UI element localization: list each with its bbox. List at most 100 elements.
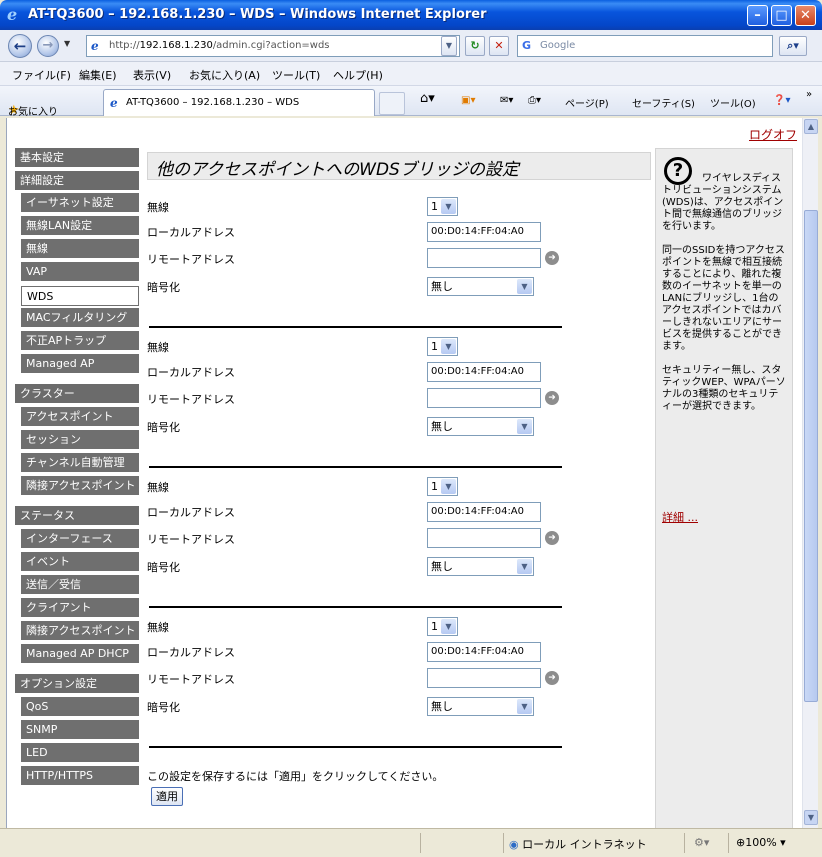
remote-address-field[interactable] xyxy=(427,388,541,408)
sidebar-item[interactable]: クラスター xyxy=(15,384,139,404)
back-button[interactable]: ← xyxy=(8,34,32,58)
radio-select[interactable]: 1 ▼ xyxy=(427,197,458,216)
local-address-field[interactable]: 00:D0:14:FF:04:A0 xyxy=(427,222,541,242)
help-icon[interactable]: ❓▾ xyxy=(773,95,790,106)
scroll-down-icon[interactable]: ▼ xyxy=(804,810,818,825)
sidebar-item[interactable]: 隣接アクセスポイント xyxy=(21,621,139,641)
sidebar-item[interactable]: 不正APトラップ xyxy=(21,331,139,351)
go-arrow-icon[interactable]: ➜ xyxy=(545,391,559,405)
local-address-label: ローカルアドレス xyxy=(147,506,235,519)
remote-address-field[interactable] xyxy=(427,668,541,688)
refresh-icon[interactable]: ↻ xyxy=(465,36,485,56)
local-address-field[interactable]: 00:D0:14:FF:04:A0 xyxy=(427,642,541,662)
sidebar-item[interactable]: セッション xyxy=(21,430,139,450)
local-address-field[interactable]: 00:D0:14:FF:04:A0 xyxy=(427,362,541,382)
sidebar-item[interactable]: 詳細設定 xyxy=(15,171,139,191)
go-arrow-icon[interactable]: ➜ xyxy=(545,531,559,545)
help-more-link[interactable]: 詳細 ... xyxy=(662,509,698,525)
sidebar-item[interactable]: アクセスポイント xyxy=(21,407,139,427)
zoom-control[interactable]: ⊕100% ▾ xyxy=(736,836,786,849)
maximize-button[interactable]: □ xyxy=(771,5,792,26)
scroll-up-icon[interactable]: ▲ xyxy=(804,119,818,134)
ie-logo-icon: e xyxy=(7,5,18,24)
help-text: ワイヤレスディストリビューションシステム(WDS)は、アクセスポイント間で無線通… xyxy=(662,173,786,425)
encryption-label: 暗号化 xyxy=(147,421,180,434)
sidebar-item[interactable]: SNMP xyxy=(21,720,139,740)
sidebar-item[interactable]: HTTP/HTTPS xyxy=(21,766,139,786)
menu-favorites[interactable]: お気に入り(A) xyxy=(189,67,260,83)
protected-mode-icon[interactable]: ⚙▾ xyxy=(694,836,709,849)
mail-icon[interactable]: ✉▾ xyxy=(500,95,513,106)
logout-link[interactable]: ログオフ xyxy=(749,126,797,143)
remote-address-field[interactable] xyxy=(427,528,541,548)
status-divider xyxy=(728,833,729,853)
sidebar-item[interactable]: LED xyxy=(21,743,139,763)
search-placeholder: Google xyxy=(540,40,576,51)
sidebar-item[interactable]: WDS xyxy=(21,286,139,306)
menu-tools[interactable]: ツール(T) xyxy=(272,67,320,83)
sidebar-item[interactable]: Managed AP DHCP xyxy=(21,644,139,664)
encryption-select[interactable]: 無し ▼ xyxy=(427,697,534,716)
menu-file[interactable]: ファイル(F) xyxy=(12,67,71,83)
chevron-down-icon: ▼ xyxy=(441,619,456,634)
chevron-more-icon[interactable]: » xyxy=(806,89,812,100)
search-input[interactable]: G Google xyxy=(517,35,773,57)
encryption-select[interactable]: 無し ▼ xyxy=(427,557,534,576)
scroll-thumb[interactable] xyxy=(804,210,818,702)
local-address-field[interactable]: 00:D0:14:FF:04:A0 xyxy=(427,502,541,522)
local-address-label: ローカルアドレス xyxy=(147,226,235,239)
history-dropdown-icon[interactable]: ▼ xyxy=(64,39,70,48)
sidebar-item[interactable]: QoS xyxy=(21,697,139,717)
remote-address-field[interactable] xyxy=(427,248,541,268)
sidebar-item[interactable]: チャンネル自動管理 xyxy=(21,453,139,473)
menu-edit[interactable]: 編集(E) xyxy=(79,67,117,83)
feeds-icon[interactable]: ▣▾ xyxy=(461,95,475,106)
sidebar-item[interactable]: インターフェース xyxy=(21,529,139,549)
sidebar-item[interactable]: Managed AP xyxy=(21,354,139,374)
radio-select[interactable]: 1 ▼ xyxy=(427,477,458,496)
sidebar-item[interactable]: 無線LAN設定 xyxy=(21,216,139,236)
close-window-button[interactable]: ✕ xyxy=(795,5,816,26)
forward-button[interactable]: → xyxy=(37,35,59,57)
new-tab-button[interactable] xyxy=(379,92,405,115)
local-address-label: ローカルアドレス xyxy=(147,646,235,659)
help-paragraph-wds: ワイヤレスディストリビューションシステム(WDS)は、アクセスポイント間で無線通… xyxy=(662,173,784,232)
sidebar-item[interactable]: MACフィルタリング xyxy=(21,308,139,328)
sidebar-item[interactable]: 送信／受信 xyxy=(21,575,139,595)
sidebar-item[interactable]: クライアント xyxy=(21,598,139,618)
radio-select[interactable]: 1 ▼ xyxy=(427,617,458,636)
minimize-button[interactable]: – xyxy=(747,5,768,26)
sidebar-item[interactable]: イーサネット設定 xyxy=(21,193,139,213)
sidebar-item[interactable]: 隣接アクセスポイント xyxy=(21,476,139,496)
radio-select[interactable]: 1 ▼ xyxy=(427,337,458,356)
encryption-select[interactable]: 無し ▼ xyxy=(427,417,534,436)
remote-address-label: リモートアドレス xyxy=(147,253,235,266)
vertical-scrollbar[interactable]: ▲ ▼ xyxy=(802,118,818,828)
section-divider xyxy=(149,326,562,328)
sidebar-item[interactable]: 基本設定 xyxy=(15,148,139,168)
search-icon[interactable]: ⌕▾ xyxy=(779,36,807,56)
go-arrow-icon[interactable]: ➜ xyxy=(545,671,559,685)
encryption-select[interactable]: 無し ▼ xyxy=(427,277,534,296)
status-divider xyxy=(684,833,685,853)
status-bar: ◉ ローカル イントラネット ⚙▾ ⊕100% ▾ xyxy=(0,828,822,857)
page-menu[interactable]: ページ(P) xyxy=(565,95,609,110)
menu-help[interactable]: ヘルプ(H) xyxy=(333,67,383,83)
sidebar-item[interactable]: ステータス xyxy=(15,506,139,526)
apply-button[interactable]: 適用 xyxy=(151,787,183,806)
tools-menu[interactable]: ツール(O) xyxy=(710,95,756,110)
help-panel: ? ワイヤレスディストリビューションシステム(WDS)は、アクセスポイント間で無… xyxy=(655,148,793,828)
url-field[interactable]: e http://192.168.1.230/admin.cgi?action=… xyxy=(86,35,460,57)
go-arrow-icon[interactable]: ➜ xyxy=(545,251,559,265)
print-icon[interactable]: ⎙▾ xyxy=(528,95,541,106)
stop-icon[interactable]: ✕ xyxy=(489,36,509,56)
sidebar-item[interactable]: 無線 xyxy=(21,239,139,259)
sidebar-item[interactable]: オプション設定 xyxy=(15,674,139,694)
url-dropdown-icon[interactable]: ▼ xyxy=(441,36,457,56)
safety-menu[interactable]: セーフティ(S) xyxy=(632,95,695,110)
sidebar-item[interactable]: VAP xyxy=(21,262,139,282)
sidebar-item[interactable]: イベント xyxy=(21,552,139,572)
menu-view[interactable]: 表示(V) xyxy=(133,67,171,83)
home-icon[interactable]: ⌂▾ xyxy=(420,91,435,106)
browser-tab[interactable]: e AT-TQ3600 – 192.168.1.230 – WDS xyxy=(103,89,375,116)
